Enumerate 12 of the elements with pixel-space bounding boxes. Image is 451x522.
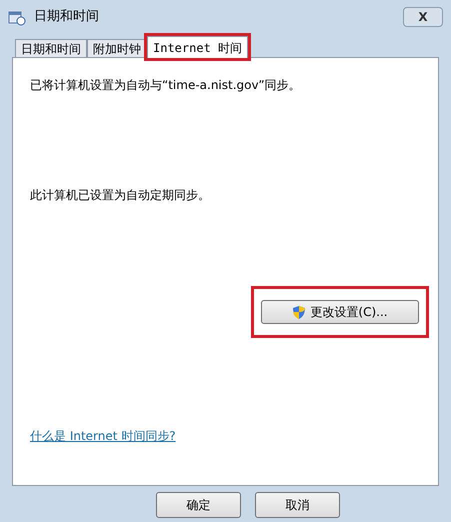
- tab[interactable]: 日期和时间: [15, 39, 87, 58]
- sync-status-text: 此计算机已设置为自动定期同步。: [30, 187, 211, 204]
- window-title: 日期和时间: [34, 8, 99, 26]
- dialog-button[interactable]: 确定: [156, 492, 241, 518]
- tab[interactable]: Internet 时间: [147, 36, 248, 58]
- shield-icon: [292, 304, 306, 320]
- close-button[interactable]: X: [403, 7, 443, 27]
- change-settings-button[interactable]: 更改设置(C)...: [261, 300, 419, 324]
- help-link[interactable]: 什么是 Internet 时间同步?: [30, 427, 176, 445]
- dialog-button[interactable]: 取消: [255, 492, 340, 518]
- sync-status-text: 已将计算机设置为自动与“time-a.nist.gov”同步。: [30, 77, 302, 94]
- tab[interactable]: 附加时钟: [87, 39, 147, 58]
